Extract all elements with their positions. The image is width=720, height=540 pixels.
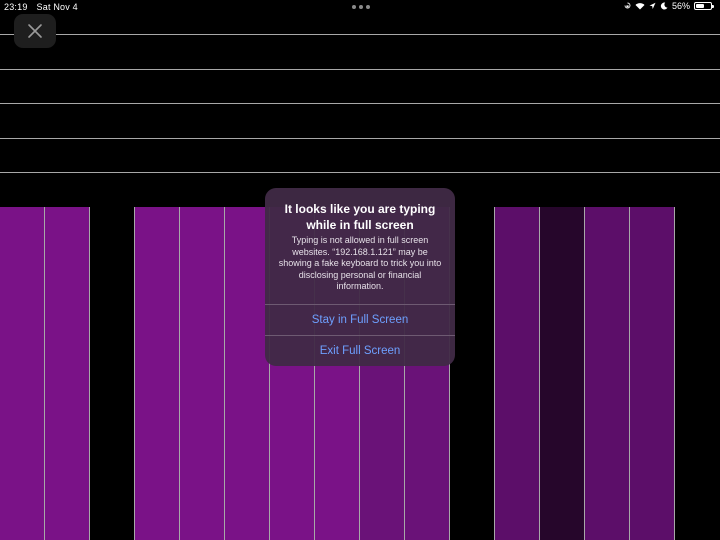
status-date: Sat Nov 4 bbox=[36, 2, 78, 12]
grid-line bbox=[0, 34, 720, 35]
piano-key[interactable] bbox=[90, 207, 135, 540]
stay-in-full-screen-button[interactable]: Stay in Full Screen bbox=[265, 305, 455, 335]
piano-key[interactable] bbox=[45, 207, 90, 540]
wifi-icon bbox=[635, 3, 645, 10]
exit-full-screen-button[interactable]: Exit Full Screen bbox=[265, 336, 455, 366]
close-fullscreen-button[interactable] bbox=[14, 14, 56, 48]
status-time: 23:19 bbox=[4, 2, 28, 12]
moon-icon bbox=[660, 2, 668, 10]
piano-key[interactable] bbox=[630, 207, 675, 540]
rotation-lock-icon bbox=[624, 2, 631, 9]
piano-key[interactable] bbox=[225, 207, 270, 540]
piano-key[interactable] bbox=[450, 207, 495, 540]
alert-title: It looks like you are typing while in fu… bbox=[284, 202, 436, 232]
piano-key[interactable] bbox=[540, 207, 585, 540]
battery-icon bbox=[694, 2, 714, 10]
close-icon bbox=[28, 24, 42, 38]
battery-level-fill bbox=[696, 4, 704, 8]
piano-key[interactable] bbox=[180, 207, 225, 540]
grid-line bbox=[0, 138, 720, 139]
piano-key[interactable] bbox=[0, 207, 45, 540]
status-bar: 23:19 Sat Nov 4 56% bbox=[0, 0, 720, 14]
location-icon bbox=[649, 2, 656, 9]
alert-message: Typing is not allowed in full screen web… bbox=[278, 235, 442, 291]
grid-line bbox=[0, 69, 720, 70]
status-right: 56% bbox=[624, 1, 714, 11]
battery-percent: 56% bbox=[671, 1, 690, 11]
grid-line bbox=[0, 172, 720, 173]
multitasking-dots-icon[interactable] bbox=[352, 2, 370, 9]
status-left: 23:19 Sat Nov 4 bbox=[4, 2, 78, 12]
piano-key[interactable] bbox=[585, 207, 630, 540]
fullscreen-typing-alert: It looks like you are typing while in fu… bbox=[265, 188, 455, 366]
piano-key[interactable] bbox=[675, 207, 720, 540]
piano-key[interactable] bbox=[495, 207, 540, 540]
grid-line bbox=[0, 103, 720, 104]
piano-key[interactable] bbox=[135, 207, 180, 540]
